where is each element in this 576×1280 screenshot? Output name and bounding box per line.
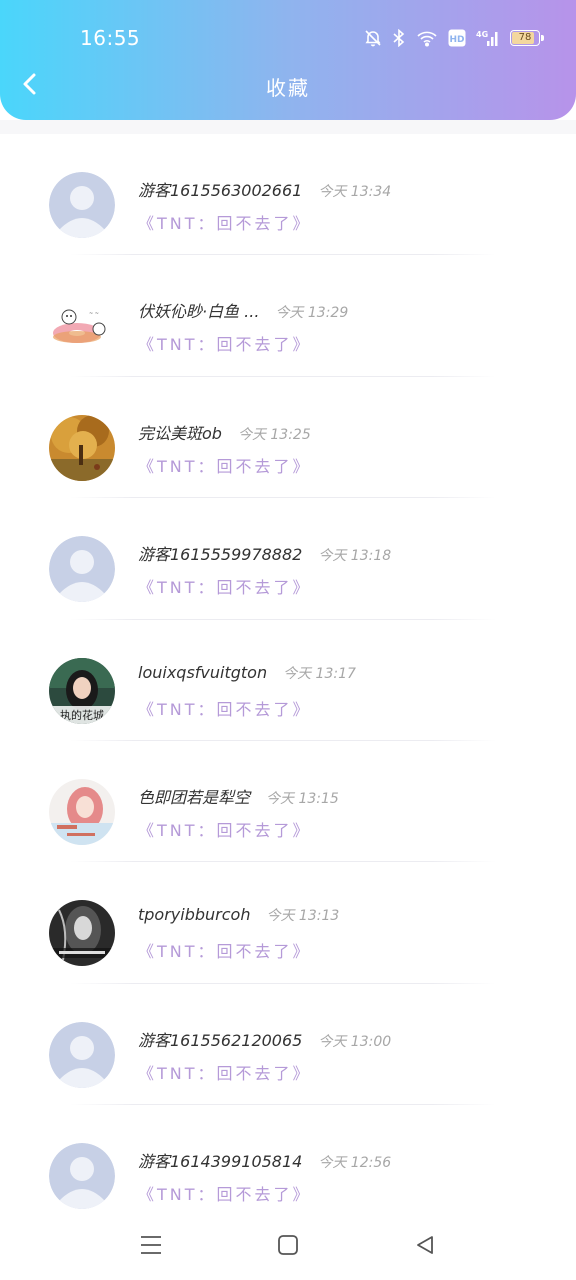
list-item[interactable]: 游客1615563002661 今天 13:34 《TNT：回不去了》 — [0, 134, 576, 256]
list-item[interactable]: 游客1614399105814 今天 12:56 《TNT：回不去了》 — [0, 1105, 576, 1227]
name-row: louixqsfvuitgton 今天 13:17 — [138, 663, 356, 683]
username[interactable]: 游客1615559978882 — [138, 541, 302, 565]
header-gap — [0, 120, 576, 134]
home-icon — [277, 1234, 299, 1260]
list-item[interactable]: 色即团若是犁空 今天 13:15 《TNT：回不去了》 — [0, 741, 576, 863]
timestamp: 今天 13:18 — [318, 548, 392, 565]
battery-icon: 78 — [510, 30, 544, 46]
nav-bar: 收藏 — [0, 60, 576, 112]
header: 16:55 HD 4G 78 收藏 — [0, 0, 576, 120]
wifi-icon — [416, 29, 438, 47]
timestamp: 今天 13:34 — [318, 184, 392, 200]
username[interactable]: louixqsfvuitgton — [138, 663, 267, 682]
favorite-title[interactable]: 《TNT：回不去了》 — [138, 574, 312, 598]
username[interactable]: 游客1615562120065 — [138, 1027, 302, 1051]
avatar[interactable]: ~ ~ — [49, 293, 115, 360]
avatar[interactable] — [49, 1021, 115, 1088]
avatar[interactable] — [49, 778, 115, 845]
system-nav-bar — [0, 1214, 576, 1280]
timestamp: 今天 13:00 — [318, 1033, 392, 1050]
name-row: 游客1614399105814 今天 12:56 — [138, 1148, 391, 1172]
menu-button[interactable] — [136, 1232, 166, 1262]
timestamp: 今天 13:15 — [266, 790, 339, 807]
favorites-list: 游客1615563002661 今天 13:34 《TNT：回不去了》 ~ ~ … — [0, 134, 576, 1227]
avatar[interactable] — [49, 900, 115, 967]
list-item[interactable]: ~ ~ 伏妖伈眇·白鱼 ... 今天 13:29 《TNT：回不去了》 — [0, 255, 576, 377]
bell-off-icon — [364, 29, 382, 47]
avatar[interactable] — [49, 536, 115, 603]
timestamp: 今天 12:56 — [318, 1155, 392, 1172]
timestamp: 今天 13:25 — [237, 426, 311, 443]
4g-signal-icon: 4G — [476, 29, 500, 47]
timestamp: 今天 13:29 — [275, 305, 349, 322]
system-back-button[interactable] — [410, 1232, 440, 1262]
favorite-title[interactable]: 《TNT：回不去了》 — [138, 817, 312, 841]
list-item[interactable]: 游客1615562120065 今天 13:00 《TNT：回不去了》 — [0, 984, 576, 1106]
status-icons: HD 4G 78 — [364, 26, 544, 50]
name-row: 完讼美斑ob 今天 13:25 — [138, 420, 311, 444]
name-row: tporyibburcoh 今天 13:13 — [138, 905, 339, 925]
list-item[interactable]: 游客1615559978882 今天 13:18 《TNT：回不去了》 — [0, 498, 576, 620]
username[interactable]: tporyibburcoh — [138, 905, 250, 924]
username[interactable]: 游客1615563002661 — [138, 177, 302, 201]
favorite-title[interactable]: 《TNT：回不去了》 — [138, 696, 312, 720]
avatar[interactable]: 执的花城 — [49, 657, 115, 724]
name-row: 游客1615559978882 今天 13:18 — [138, 541, 391, 565]
page-title: 收藏 — [266, 76, 310, 100]
svg-text:执的花城: 执的花城 — [60, 708, 104, 722]
menu-icon — [139, 1234, 163, 1260]
username[interactable]: 伏妖伈眇·白鱼 ... — [138, 298, 259, 322]
name-row: 游客1615563002661 今天 13:34 — [138, 177, 391, 201]
username[interactable]: 游客1614399105814 — [138, 1148, 302, 1172]
battery-percent: 78 — [518, 32, 532, 43]
back-triangle-icon — [414, 1234, 436, 1260]
favorite-title[interactable]: 《TNT：回不去了》 — [138, 210, 312, 234]
home-button[interactable] — [273, 1232, 303, 1262]
svg-text:~ ~: ~ ~ — [89, 311, 99, 317]
svg-text:HD: HD — [449, 35, 464, 45]
svg-text:4G: 4G — [476, 30, 488, 39]
favorite-title[interactable]: 《TNT：回不去了》 — [138, 1181, 312, 1205]
status-time: 16:55 — [80, 26, 141, 50]
timestamp: 今天 13:17 — [283, 665, 356, 682]
name-row: 色即团若是犁空 今天 13:15 — [138, 784, 339, 808]
list-item[interactable]: 执的花城 louixqsfvuitgton 今天 13:17 《TNT：回不去了… — [0, 620, 576, 741]
bluetooth-icon — [392, 29, 406, 47]
list-item[interactable]: tporyibburcoh 今天 13:13 《TNT：回不去了》 — [0, 862, 576, 984]
favorite-title[interactable]: 《TNT：回不去了》 — [138, 938, 312, 962]
list-item[interactable]: 完讼美斑ob 今天 13:25 《TNT：回不去了》 — [0, 377, 576, 499]
name-row: 游客1615562120065 今天 13:00 — [138, 1027, 391, 1051]
avatar[interactable] — [49, 414, 115, 481]
favorite-title[interactable]: 《TNT：回不去了》 — [138, 331, 312, 355]
avatar[interactable] — [49, 172, 115, 238]
username[interactable]: 完讼美斑ob — [138, 420, 222, 444]
favorite-title[interactable]: 《TNT：回不去了》 — [138, 453, 312, 477]
timestamp: 今天 13:13 — [266, 908, 340, 925]
username[interactable]: 色即团若是犁空 — [138, 784, 250, 808]
favorite-title[interactable]: 《TNT：回不去了》 — [138, 1060, 312, 1084]
avatar[interactable] — [49, 1143, 115, 1210]
name-row: 伏妖伈眇·白鱼 ... 今天 13:29 — [138, 298, 348, 322]
hd-icon: HD — [448, 29, 466, 47]
